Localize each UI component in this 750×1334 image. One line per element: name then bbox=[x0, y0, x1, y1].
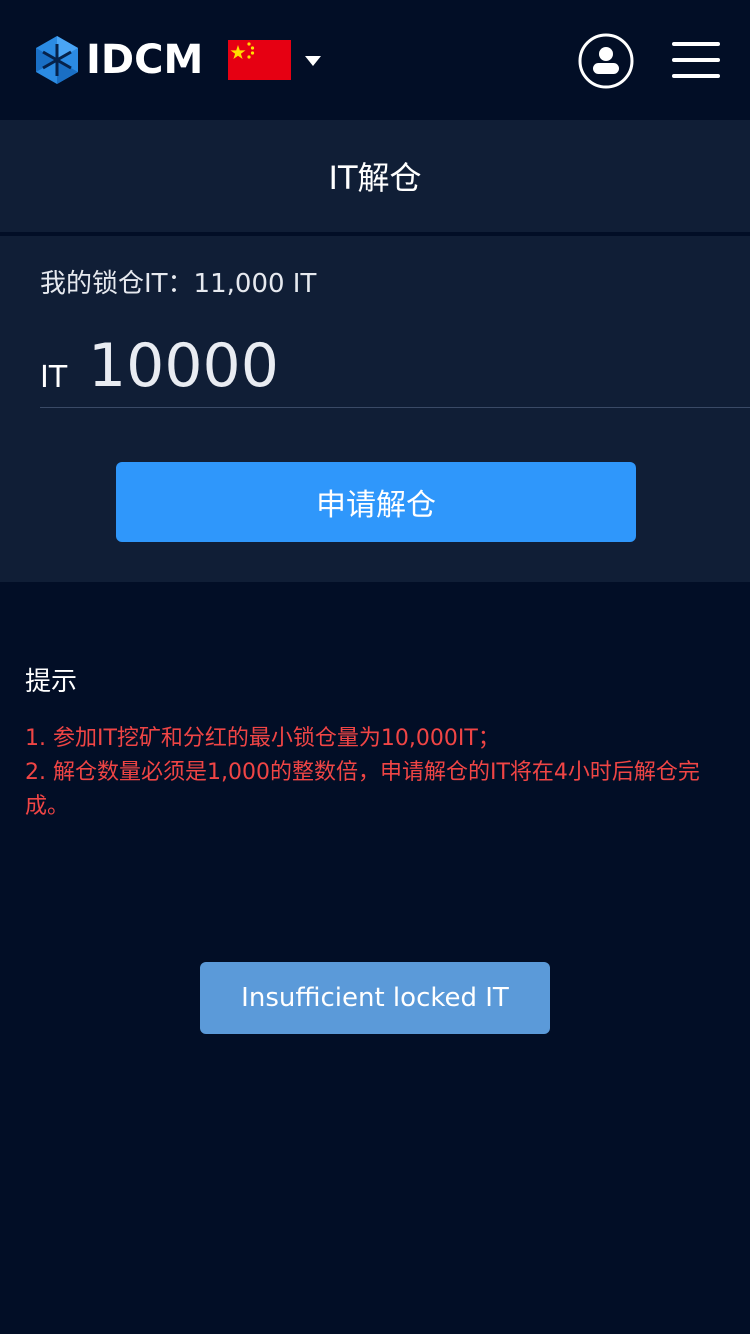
china-flag-icon[interactable] bbox=[228, 40, 291, 80]
amount-unit-label: IT bbox=[40, 360, 68, 395]
user-account-icon[interactable] bbox=[578, 33, 634, 89]
brand-name: IDCM bbox=[86, 37, 204, 83]
hamburger-menu-icon[interactable] bbox=[672, 42, 720, 78]
locked-balance-label: 我的锁仓IT：11,000 IT bbox=[40, 269, 317, 299]
tip-item: 2. 解仓数量必须是1,000的整数倍，申请解仓的IT将在4小时后解仓完成。 bbox=[25, 760, 700, 819]
chevron-down-icon[interactable] bbox=[304, 55, 322, 67]
tip-item: 1. 参加IT挖矿和分红的最小锁仓量为10,000IT； bbox=[25, 726, 500, 751]
tips-title: 提示 bbox=[25, 667, 78, 697]
top-header: IDCM bbox=[0, 0, 750, 120]
amount-input[interactable] bbox=[88, 330, 728, 402]
apply-unlock-button[interactable]: 申请解仓 bbox=[116, 462, 636, 542]
title-bar: IT解仓 bbox=[0, 120, 750, 232]
error-toast: Insufficient locked IT bbox=[200, 962, 550, 1034]
tips-list: 1. 参加IT挖矿和分红的最小锁仓量为10,000IT； 2. 解仓数量必须是1… bbox=[25, 722, 715, 824]
page: IDCM IT解仓 我的锁仓IT：11,000 IT IT 10000 申请解仓… bbox=[0, 0, 750, 1334]
unlock-form: 我的锁仓IT：11,000 IT IT 申请解仓 bbox=[0, 236, 750, 582]
page-title: IT解仓 bbox=[328, 159, 422, 197]
idcm-logo-icon[interactable] bbox=[33, 34, 81, 86]
amount-field: IT bbox=[40, 326, 750, 408]
